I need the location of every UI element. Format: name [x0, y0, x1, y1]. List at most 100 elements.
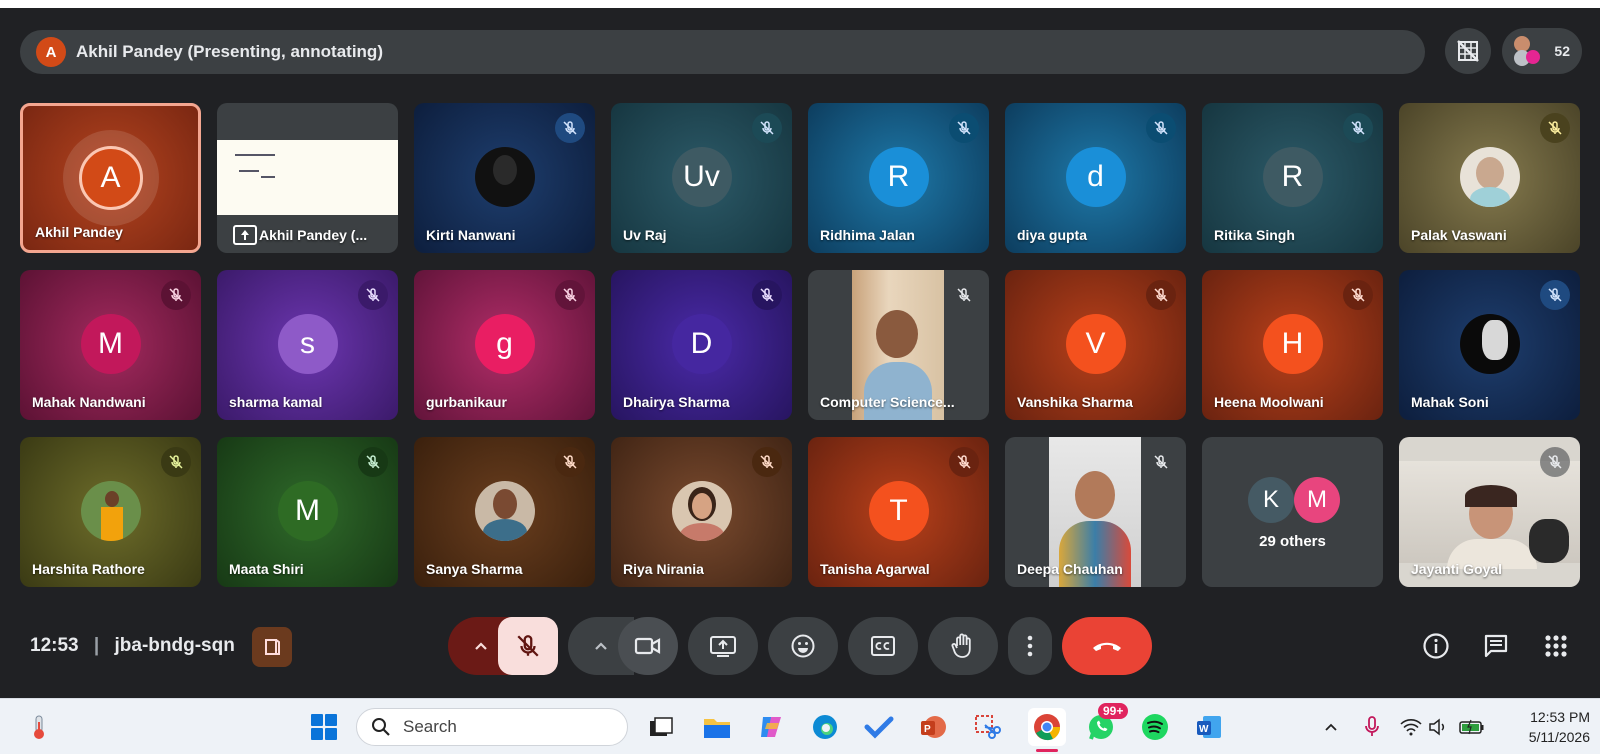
participant-tile[interactable]: Computer Science...: [808, 270, 989, 420]
mic-off-icon: [161, 447, 191, 477]
participant-tile[interactable]: Sanya Sharma: [414, 437, 595, 587]
svg-text:W: W: [1199, 724, 1209, 735]
participant-name: Maata Shiri: [229, 561, 304, 577]
captions-button[interactable]: [848, 617, 918, 675]
participant-tile[interactable]: H Heena Moolwani: [1202, 270, 1383, 420]
participant-tile[interactable]: Kirti Nanwani: [414, 103, 595, 253]
taskbar-todo[interactable]: [862, 711, 896, 743]
battery-charging-icon: [1459, 719, 1484, 735]
others-count: 29 others: [1259, 533, 1326, 550]
chevron-up-icon: [595, 642, 607, 650]
presentation-tile[interactable]: Akhil Pandey (...: [217, 103, 398, 253]
task-view-button[interactable]: [644, 711, 678, 743]
emoji-icon: [791, 634, 815, 658]
mic-off-icon: [358, 447, 388, 477]
spotify-icon: [1142, 714, 1168, 740]
mic-off-icon: [752, 447, 782, 477]
scissors-icon: [975, 715, 1001, 739]
presenter-banner[interactable]: A Akhil Pandey (Presenting, annotating): [20, 30, 1425, 74]
activities-button[interactable]: [1538, 628, 1574, 664]
show-hidden-icons-button[interactable]: [1314, 711, 1348, 743]
meeting-code: jba-bndg-sqn: [114, 635, 235, 656]
participant-tile[interactable]: Deepa Chauhan: [1005, 437, 1186, 587]
mic-off-icon: [949, 447, 979, 477]
mic-off-icon: [517, 635, 539, 657]
participant-avatar: g: [474, 314, 535, 374]
present-screen-button[interactable]: [688, 617, 758, 675]
speaker-icon: [1429, 718, 1445, 736]
participant-name: diya gupta: [1017, 227, 1088, 243]
active-app-indicator: [1036, 749, 1058, 752]
mic-off-icon: [1540, 113, 1570, 143]
taskbar-search[interactable]: Search: [356, 708, 628, 746]
participant-avatar: s: [277, 314, 338, 374]
mic-off-icon: [555, 447, 585, 477]
participant-tile[interactable]: V Vanshika Sharma: [1005, 270, 1186, 420]
participant-tile[interactable]: s sharma kamal: [217, 270, 398, 420]
leave-call-button[interactable]: [1062, 617, 1152, 675]
participant-name: Riya Nirania: [623, 561, 704, 577]
participant-tile[interactable]: T Tanisha Agarwal: [808, 437, 989, 587]
participant-tile[interactable]: d diya gupta: [1005, 103, 1186, 253]
weather-widget[interactable]: [22, 711, 56, 743]
meeting-details-button[interactable]: [1418, 628, 1454, 664]
microphone-in-use-indicator[interactable]: [1355, 711, 1389, 743]
taskbar-powerpoint[interactable]: P: [916, 711, 950, 743]
participant-avatar: R: [1262, 147, 1323, 207]
participants-button[interactable]: 52: [1502, 28, 1582, 74]
participant-name: Ridhima Jalan: [820, 227, 915, 243]
mic-off-icon: [1540, 447, 1570, 477]
participant-tile[interactable]: Palak Vaswani: [1399, 103, 1580, 253]
more-options-button[interactable]: [1008, 617, 1052, 675]
participant-name: Uv Raj: [623, 227, 667, 243]
participant-name: Sanya Sharma: [426, 561, 523, 577]
taskbar-edge[interactable]: [808, 711, 842, 743]
whatsapp-badge: 99+: [1098, 703, 1129, 719]
taskbar-chrome[interactable]: [1028, 708, 1066, 746]
participant-name: Akhil Pandey: [35, 224, 123, 240]
system-clock[interactable]: 12:53 PM 5/11/2026: [1500, 707, 1590, 747]
windows-taskbar: Search P 99+ W 12:53 PM 5/11/2026: [0, 698, 1600, 754]
apps-grid-icon: [1545, 635, 1567, 657]
camera-icon: [634, 637, 661, 655]
mic-toggle-button[interactable]: [498, 617, 558, 675]
present-icon: [233, 225, 257, 245]
participant-tile[interactable]: D Dhairya Sharma: [611, 270, 792, 420]
taskbar-snipping-tool[interactable]: [970, 711, 1004, 743]
mic-off-icon: [555, 113, 585, 143]
layout-toggle-button[interactable]: [1445, 28, 1491, 74]
taskbar-spotify[interactable]: [1138, 711, 1172, 743]
participant-tile[interactable]: R Ritika Singh: [1202, 103, 1383, 253]
mic-off-icon: [1146, 280, 1176, 310]
participant-tile[interactable]: M Maata Shiri: [217, 437, 398, 587]
participant-name: Tanisha Agarwal: [820, 561, 930, 577]
battery-status[interactable]: [1455, 711, 1489, 743]
divider: |: [93, 635, 100, 656]
participant-tile[interactable]: Jayanti Goyal: [1399, 437, 1580, 587]
edge-icon: [813, 715, 837, 739]
others-tile[interactable]: K M 29 others: [1202, 437, 1383, 587]
participant-tile[interactable]: Uv Uv Raj: [611, 103, 792, 253]
participant-tile[interactable]: Mahak Soni: [1399, 270, 1580, 420]
raise-hand-button[interactable]: [928, 617, 998, 675]
participant-name: Akhil Pandey (...: [259, 227, 368, 243]
participant-tile[interactable]: M Mahak Nandwani: [20, 270, 201, 420]
taskbar-word[interactable]: W: [1192, 711, 1226, 743]
participant-tile[interactable]: Riya Nirania: [611, 437, 792, 587]
participant-tile[interactable]: g gurbanikaur: [414, 270, 595, 420]
taskbar-copilot[interactable]: [754, 711, 788, 743]
participant-name: Deepa Chauhan: [1017, 561, 1123, 577]
reactions-button[interactable]: [768, 617, 838, 675]
chat-button[interactable]: [1478, 628, 1514, 664]
mic-off-icon: [1146, 447, 1176, 477]
start-button[interactable]: [307, 711, 341, 743]
camera-toggle-button[interactable]: [618, 617, 678, 675]
volume-control[interactable]: [1421, 711, 1455, 743]
door-icon-button[interactable]: [252, 627, 292, 667]
participant-tile[interactable]: Harshita Rathore: [20, 437, 201, 587]
mic-off-icon: [752, 113, 782, 143]
hand-icon: [951, 633, 971, 658]
participant-tile[interactable]: A Akhil Pandey: [20, 103, 201, 253]
participant-tile[interactable]: R Ridhima Jalan: [808, 103, 989, 253]
taskbar-file-explorer[interactable]: [700, 711, 734, 743]
